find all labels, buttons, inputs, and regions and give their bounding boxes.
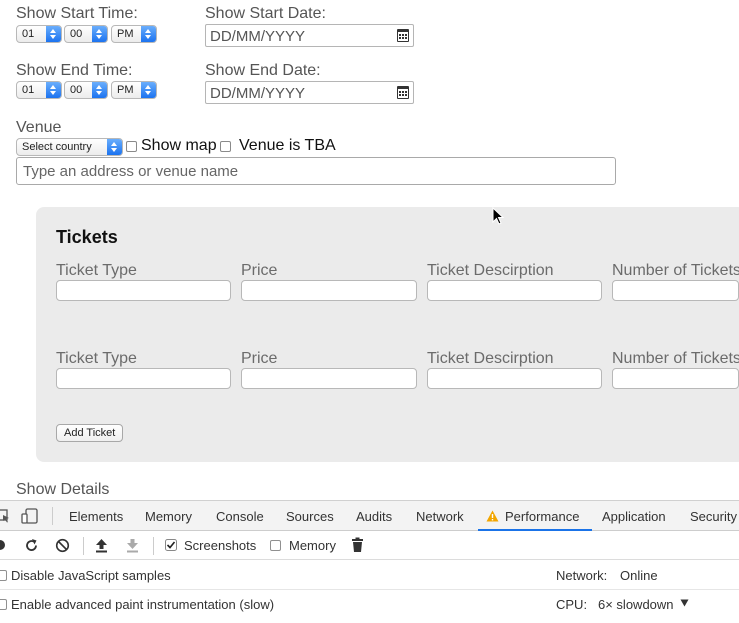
ticket-type-label: Ticket Type — [56, 350, 137, 367]
end-time-label: Show End Time: — [16, 62, 133, 79]
tab-performance[interactable]: Performance — [505, 509, 579, 524]
start-ampm-select[interactable]: PM — [111, 25, 157, 43]
add-ticket-button[interactable]: Add Ticket — [56, 424, 124, 442]
network-throttle-select[interactable]: Online — [620, 568, 658, 583]
ticket-description-label: Ticket Descirption — [427, 262, 554, 279]
show-map-label: Show map — [141, 137, 217, 154]
dropdown-arrow-icon[interactable] — [680, 599, 689, 607]
tickets-title: Tickets — [56, 227, 118, 247]
ticket-number-label: Number of Tickets — [612, 262, 739, 279]
clear-icon[interactable] — [55, 538, 70, 553]
tab-application[interactable]: Application — [602, 509, 666, 524]
performance-toolbar: Screenshots Memory — [0, 531, 739, 560]
select-arrows-icon — [92, 82, 107, 98]
end-date-label: Show End Date: — [205, 62, 321, 79]
record-icon[interactable] — [0, 539, 6, 551]
ticket-type-input[interactable] — [56, 368, 231, 389]
select-arrows-icon — [141, 82, 156, 98]
cpu-throttle-select[interactable]: 6× slowdown — [598, 597, 674, 612]
disable-js-samples-checkbox[interactable] — [0, 570, 7, 581]
advanced-paint-checkbox[interactable] — [0, 599, 7, 610]
ticket-type-input[interactable] — [56, 280, 231, 301]
select-arrows-icon — [46, 82, 61, 98]
tab-audits[interactable]: Audits — [356, 509, 392, 524]
start-date-label: Show Start Date: — [205, 5, 326, 22]
tab-sources[interactable]: Sources — [286, 509, 334, 524]
ticket-price-input[interactable] — [241, 368, 417, 389]
select-arrows-icon — [92, 26, 107, 42]
show-details-label: Show Details — [16, 481, 110, 498]
calendar-icon[interactable] — [397, 29, 409, 42]
ticket-price-label: Price — [241, 350, 278, 367]
ticket-description-input[interactable] — [427, 368, 602, 389]
tab-security[interactable]: Security — [690, 509, 737, 524]
trash-icon[interactable] — [351, 537, 364, 553]
toolbar-divider — [83, 537, 84, 555]
select-arrows-icon — [141, 26, 156, 42]
ticket-type-label: Ticket Type — [56, 262, 137, 279]
disable-js-samples-label: Disable JavaScript samples — [11, 568, 171, 583]
ticket-number-label: Number of Tickets — [612, 350, 739, 367]
tab-network[interactable]: Network — [416, 509, 464, 524]
tab-memory[interactable]: Memory — [145, 509, 192, 524]
venue-tba-label: Venue is TBA — [239, 137, 336, 154]
country-select[interactable]: Select country — [16, 138, 123, 156]
memory-checkbox[interactable] — [270, 540, 281, 551]
ticket-description-label: Ticket Descirption — [427, 350, 554, 367]
ticket-number-input[interactable] — [612, 280, 739, 301]
tickets-panel: Tickets Ticket Type Price Ticket Descirp… — [36, 207, 739, 462]
network-throttle-label: Network: — [556, 568, 608, 583]
end-minute-select[interactable]: 00 — [64, 81, 108, 99]
inspect-element-icon[interactable] — [0, 509, 10, 523]
venue-tba-checkbox[interactable] — [220, 141, 231, 152]
advanced-paint-label: Enable advanced paint instrumentation (s… — [11, 597, 275, 612]
end-ampm-select[interactable]: PM — [111, 81, 157, 99]
calendar-icon[interactable] — [397, 86, 409, 99]
start-hour-select[interactable]: 01 — [16, 25, 62, 43]
toolbar-divider — [52, 507, 53, 525]
download-icon[interactable] — [126, 538, 139, 553]
toolbar-divider — [153, 537, 154, 555]
device-toolbar-icon[interactable] — [21, 508, 39, 524]
venue-label: Venue — [16, 119, 62, 136]
devtools-panel: Elements Memory Console Sources Audits N… — [0, 500, 739, 623]
memory-label: Memory — [289, 538, 336, 553]
devtools-tab-bar: Elements Memory Console Sources Audits N… — [0, 500, 739, 531]
select-arrows-icon — [107, 139, 122, 155]
show-map-checkbox[interactable] — [126, 141, 137, 152]
tab-console[interactable]: Console — [216, 509, 264, 524]
upload-icon[interactable] — [95, 538, 108, 553]
tab-elements[interactable]: Elements — [69, 509, 123, 524]
select-arrows-icon — [46, 26, 61, 42]
end-date-input[interactable]: DD/MM/YYYY — [205, 81, 414, 104]
start-minute-select[interactable]: 00 — [64, 25, 108, 43]
ticket-description-input[interactable] — [427, 280, 602, 301]
reload-icon[interactable] — [24, 538, 39, 553]
warning-icon — [486, 510, 499, 522]
ticket-number-input[interactable] — [612, 368, 739, 389]
ticket-price-label: Price — [241, 262, 278, 279]
start-time-label: Show Start Time: — [16, 5, 138, 22]
cpu-throttle-label: CPU: — [556, 597, 588, 612]
venue-address-input[interactable]: Type an address or venue name — [16, 157, 616, 185]
screenshots-label: Screenshots — [184, 538, 257, 553]
mouse-cursor-icon — [492, 207, 504, 225]
screenshots-checkbox[interactable] — [165, 539, 177, 551]
settings-divider — [0, 589, 739, 590]
ticket-price-input[interactable] — [241, 280, 417, 301]
start-date-input[interactable]: DD/MM/YYYY — [205, 24, 414, 47]
end-hour-select[interactable]: 01 — [16, 81, 62, 99]
